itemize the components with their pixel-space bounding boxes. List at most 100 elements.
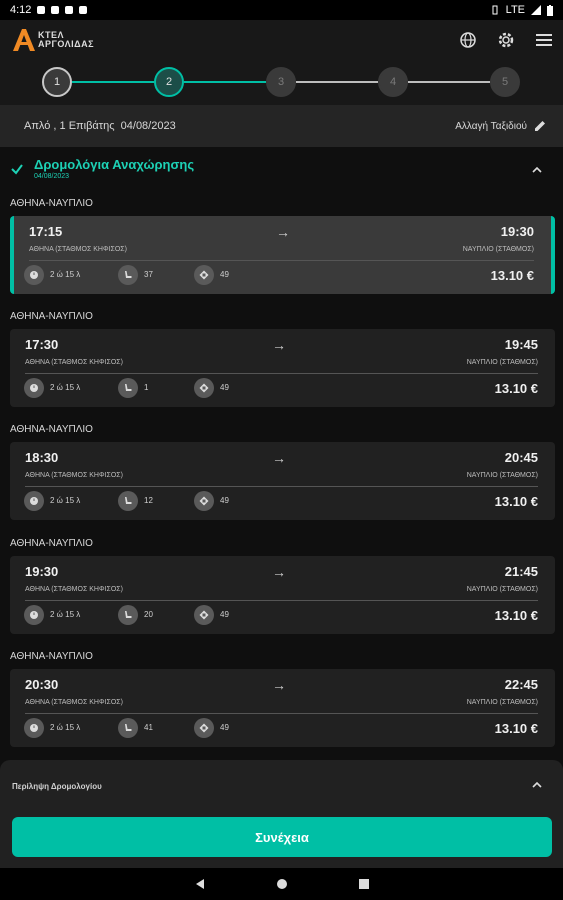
card-divider [25,373,538,374]
network-type: LTE [505,4,525,16]
step-5: 5 [490,67,520,97]
notification-icon [37,6,46,14]
departure-time: 17:15 [29,224,63,239]
logo-line2: ΑΡΓΟΛΙΔΑΣ [38,39,95,49]
trip-duration: 2 ώ 15 λ [50,610,81,619]
bus-icon [194,605,214,625]
clock-icon [24,718,44,738]
trip-duration: 2 ώ 15 λ [50,270,81,279]
trip-card[interactable]: 17:15 → 19:30 ΑΘΗΝΑ (ΣΤΑΘΜΟΣ ΚΗΦΙΣΟΣ) ΝΑΥΠΛΙ… [10,216,555,294]
clock-icon [24,265,44,285]
arrival-station: ΝΑΥΠΛΙΟ (ΣΤΑΘΜΟΣ) [466,359,538,366]
seat-icon [118,718,138,738]
departure-station: ΑΘΗΝΑ (ΣΤΑΘΜΟΣ ΚΗΦΙΣΟΣ) [25,699,123,706]
app-logo: ΚΤΕΛ ΑΡΓΟΛΙΔΑΣ [10,27,94,53]
ticket-price: 13.10 € [494,381,538,396]
clock-icon [24,605,44,625]
departure-time: 17:30 [25,337,59,352]
seat-icon [118,491,138,511]
ticket-price: 13.10 € [494,608,538,623]
home-icon[interactable] [276,878,288,890]
departure-time: 20:30 [25,677,59,692]
menu-button[interactable] [535,31,553,49]
app-bar: ΚΤΕΛ ΑΡΓΟΛΙΔΑΣ [0,20,563,60]
arrival-time: 19:45 [504,337,538,352]
card-divider [25,713,538,714]
card-divider [25,486,538,487]
language-button[interactable] [459,31,477,49]
status-bar: 4:12 LTE [0,0,563,20]
route-label: ΑΘΗΝΑ-ΝΑΥΠΛΙΟ [10,538,93,549]
continue-button[interactable]: Συνέχεια [12,817,552,857]
step-4: 4 [378,67,408,97]
seat-icon [118,378,138,398]
arrival-time: 20:45 [504,450,538,465]
step-1[interactable]: 1 [42,67,72,97]
change-trip-label: Αλλαγή Ταξιδιού [455,120,527,132]
bus-number: 49 [220,723,229,732]
change-trip-button[interactable]: Αλλαγή Ταξιδιού [455,119,547,133]
available-seats: 12 [144,496,153,505]
trip-duration: 2 ώ 15 λ [50,496,81,505]
system-nav-bar [0,868,563,900]
departure-time: 18:30 [25,450,59,465]
settings-button[interactable] [497,31,515,49]
departure-station: ΑΘΗΝΑ (ΣΤΑΘΜΟΣ ΚΗΦΙΣΟΣ) [25,359,123,366]
trip-card[interactable]: 18:30 → 20:45 ΑΘΗΝΑ (ΣΤΑΘΜΟΣ ΚΗΦΙΣΟΣ) ΝΑΥΠΛΙ… [10,442,555,520]
back-icon[interactable] [194,878,206,890]
available-seats: 41 [144,723,153,732]
trip-summary-text: Απλό , 1 Επιβάτης 04/08/2023 [24,120,176,132]
available-seats: 1 [144,383,149,392]
bus-icon [194,718,214,738]
step-connector [184,81,266,83]
trip-card[interactable]: 19:30 → 21:45 ΑΘΗΝΑ (ΣΤΑΘΜΟΣ ΚΗΦΙΣΟΣ) ΝΑΥΠΛΙ… [10,556,555,634]
trip-card[interactable]: 17:30 → 19:45 ΑΘΗΝΑ (ΣΤΑΘΜΟΣ ΚΗΦΙΣΟΣ) ΝΑΥΠΛΙ… [10,329,555,407]
arrow-right-icon: → [276,224,290,240]
step-connector [408,81,490,83]
vibrate-icon [492,5,498,15]
ticket-price: 13.10 € [494,494,538,509]
notification-icon [65,6,74,14]
arrival-time: 19:30 [500,224,534,239]
bus-number: 49 [220,496,229,505]
trip-duration: 2 ώ 15 λ [50,723,81,732]
step-connector [72,81,154,83]
step-connector [296,81,378,83]
hamburger-icon [536,34,552,46]
clock-icon [24,378,44,398]
chevron-up-icon [532,166,542,173]
booking-stepper: 1 2 3 4 5 [0,60,563,105]
route-label: ΑΘΗΝΑ-ΝΑΥΠΛΙΟ [10,424,93,435]
arrow-right-icon: → [272,677,286,693]
battery-icon [547,4,553,16]
bus-icon [194,491,214,511]
departure-station: ΑΘΗΝΑ (ΣΤΑΘΜΟΣ ΚΗΦΙΣΟΣ) [25,586,123,593]
gear-icon [498,32,514,48]
trip-duration: 2 ώ 15 λ [50,383,81,392]
available-seats: 20 [144,610,153,619]
trip-card[interactable]: 20:30 → 22:45 ΑΘΗΝΑ (ΣΤΑΘΜΟΣ ΚΗΦΙΣΟΣ) ΝΑΥΠΛΙ… [10,669,555,747]
chevron-up-icon[interactable] [531,780,543,788]
departures-section-header[interactable]: Δρομολόγια Αναχώρησης 04/08/2023 [0,149,563,189]
bus-number: 49 [220,383,229,392]
bus-icon [194,378,214,398]
arrow-right-icon: → [272,450,286,466]
check-icon [11,164,23,175]
logo-icon [13,29,35,51]
recents-icon[interactable] [358,878,370,890]
edit-icon [535,121,545,131]
card-divider [29,260,534,261]
seat-icon [118,265,138,285]
section-title: Δρομολόγια Αναχώρησης [34,156,195,172]
signal-icon [531,5,541,15]
bus-number: 49 [220,610,229,619]
card-divider [25,600,538,601]
route-summary-label[interactable]: Περίληψη Δρομολογίου [12,782,102,791]
route-label: ΑΘΗΝΑ-ΝΑΥΠΛΙΟ [10,198,93,209]
step-2[interactable]: 2 [154,67,184,97]
departure-station: ΑΘΗΝΑ (ΣΤΑΘΜΟΣ ΚΗΦΙΣΟΣ) [29,246,127,253]
arrival-station: ΝΑΥΠΛΙΟ (ΣΤΑΘΜΟΣ) [466,699,538,706]
globe-icon [460,32,476,48]
bus-icon [194,265,214,285]
trip-summary-bar: Απλό , 1 Επιβάτης 04/08/2023 Αλλαγή Ταξι… [0,105,563,147]
